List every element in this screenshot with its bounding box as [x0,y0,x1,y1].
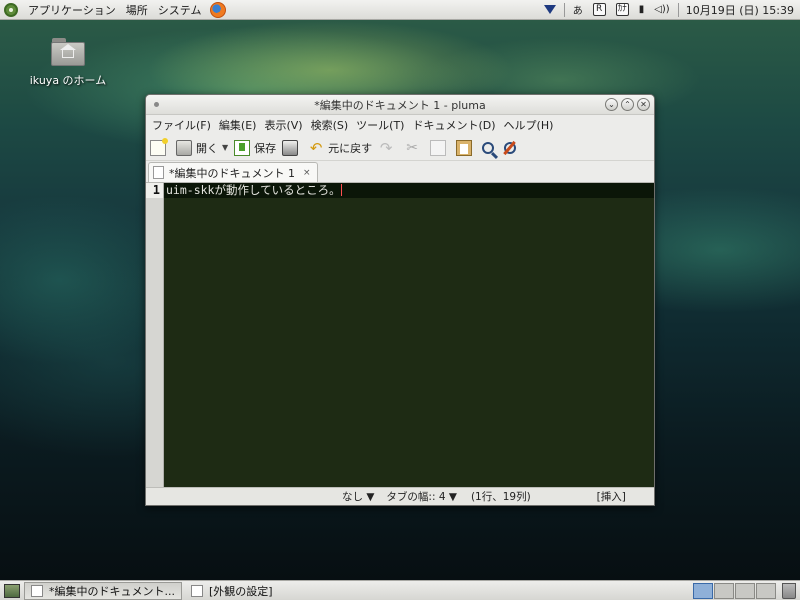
top-panel: アプリケーション 場所 システム あ R ｶﾅ ▮ ◁)) 10月19日 (日)… [0,0,800,20]
window-titlebar[interactable]: *編集中のドキュメント 1 - pluma ⌄ ⌃ ✕ [146,95,654,115]
menu-edit[interactable]: 編集(E) [215,117,261,133]
paste-icon [456,139,473,156]
tab-document-1[interactable]: *編集中のドキュメント 1 × [148,162,318,182]
workspace-1[interactable] [693,582,713,599]
close-button[interactable]: ✕ [637,98,650,111]
desktop-icon-label: ikuya のホーム [29,74,107,87]
open-label: 開く [196,141,218,155]
distro-logo-icon[interactable] [4,2,18,17]
workspace-2[interactable] [714,582,734,599]
bottom-panel: *編集中のドキュメント... [外観の設定] [0,580,800,600]
save-label: 保存 [254,141,277,155]
open-dropdown-arrow-icon[interactable]: ▼ [222,143,228,152]
menu-help[interactable]: ヘルプ(H) [500,117,558,133]
cut-button[interactable]: ✂ [404,140,424,156]
tray-separator [563,2,565,17]
highlight-mode-dropdown[interactable]: なし ▼ [342,489,374,504]
trash-icon[interactable] [782,582,796,599]
undo-icon: ↶ [309,138,323,157]
places-menu[interactable]: 場所 [121,2,153,18]
task-label: *編集中のドキュメント... [49,584,175,598]
copy-icon [430,139,447,156]
system-menu[interactable]: システム [153,2,207,18]
replace-icon [504,141,517,154]
undo-label: 元に戻す [328,141,373,155]
ime-mode-indicator[interactable]: あ [573,2,583,17]
tab-close-icon[interactable]: × [303,168,311,178]
tab-width-dropdown[interactable]: タブの幅:: 4 ▼ [386,489,457,504]
replace-button[interactable] [504,141,520,154]
appearance-settings-icon [191,584,203,597]
document-tabs: *編集中のドキュメント 1 × [146,161,654,183]
home-folder-icon [51,38,85,66]
window-title: *編集中のドキュメント 1 - pluma [314,98,486,112]
cut-icon: ✂ [406,139,419,156]
menu-view[interactable]: 表示(V) [260,117,306,133]
current-line[interactable]: uim-skkが動作しているところ。 [164,183,654,198]
find-icon [482,141,495,154]
clock[interactable]: 10月19日 (日) 15:39 [686,2,794,18]
menu-tools[interactable]: ツール(T) [352,117,408,133]
network-icon[interactable] [543,5,556,14]
find-button[interactable] [482,141,498,154]
save-icon [234,139,251,156]
line-number: 1 [146,183,163,198]
print-button[interactable] [282,139,302,156]
toolbar: 開く ▼ 保存 ↶ 元に戻す ↷ ✂ [146,135,654,161]
applications-menu[interactable]: アプリケーション [23,2,121,18]
menu-file[interactable]: ファイル(F) [148,117,215,133]
line-number-gutter: 1 [146,183,164,489]
line-text: uim-skkが動作しているところ。 [166,183,341,197]
menu-search[interactable]: 検索(S) [307,117,353,133]
desktop-icon-home[interactable]: ikuya のホーム [28,38,108,88]
task-label: [外観の設定] [209,584,273,598]
text-caret [340,184,342,196]
menu-documents[interactable]: ドキュメント(D) [408,117,499,133]
tab-label: *編集中のドキュメント 1 [169,166,295,180]
show-desktop-icon[interactable] [4,583,20,598]
firefox-launcher-icon[interactable] [210,1,227,18]
code-area[interactable]: uim-skkが動作しているところ。 [164,183,654,489]
minimize-button[interactable]: ⌄ [605,98,618,111]
statusbar: なし ▼ タブの幅:: 4 ▼ (1行、19列) [挿入] [146,487,654,505]
new-document-icon [150,137,168,156]
paste-button[interactable] [456,139,476,156]
text-editor-icon [31,584,43,597]
r-indicator-icon[interactable]: R [592,3,606,16]
copy-button[interactable] [430,139,450,156]
new-button[interactable] [150,137,170,156]
insert-mode: [挿入] [596,491,626,503]
workspace-3[interactable] [735,582,755,599]
taskbar-item-appearance[interactable]: [外観の設定] [184,582,280,600]
redo-button[interactable]: ↷ [378,140,398,156]
taskbar-item-pluma[interactable]: *編集中のドキュメント... [24,581,182,600]
workspace-4[interactable] [756,582,776,599]
save-button[interactable]: 保存 [234,139,277,156]
cursor-position: (1行、19列) [470,491,531,503]
redo-icon: ↷ [379,138,393,157]
kana-indicator-icon[interactable]: ｶﾅ [615,3,629,16]
menubar: ファイル(F) 編集(E) 表示(V) 検索(S) ツール(T) ドキュメント(… [146,115,654,135]
text-document-icon [153,166,164,179]
volume-icon[interactable]: ◁)) [654,4,670,15]
pluma-window: *編集中のドキュメント 1 - pluma ⌄ ⌃ ✕ ファイル(F) 編集(E… [145,94,655,506]
open-folder-icon [176,139,192,156]
system-tray: あ R ｶﾅ ▮ ◁)) 10月19日 (日) 15:39 [539,0,800,20]
tray-separator [677,2,679,17]
workspace-switcher [692,582,776,599]
undo-button[interactable]: ↶ 元に戻す [308,140,372,156]
input-method-icon[interactable]: ▮ [639,4,645,15]
print-icon [282,139,299,156]
text-editor[interactable]: 1 uim-skkが動作しているところ。 [146,183,654,489]
open-button[interactable]: 開く ▼ [176,139,228,156]
maximize-button[interactable]: ⌃ [621,98,634,111]
